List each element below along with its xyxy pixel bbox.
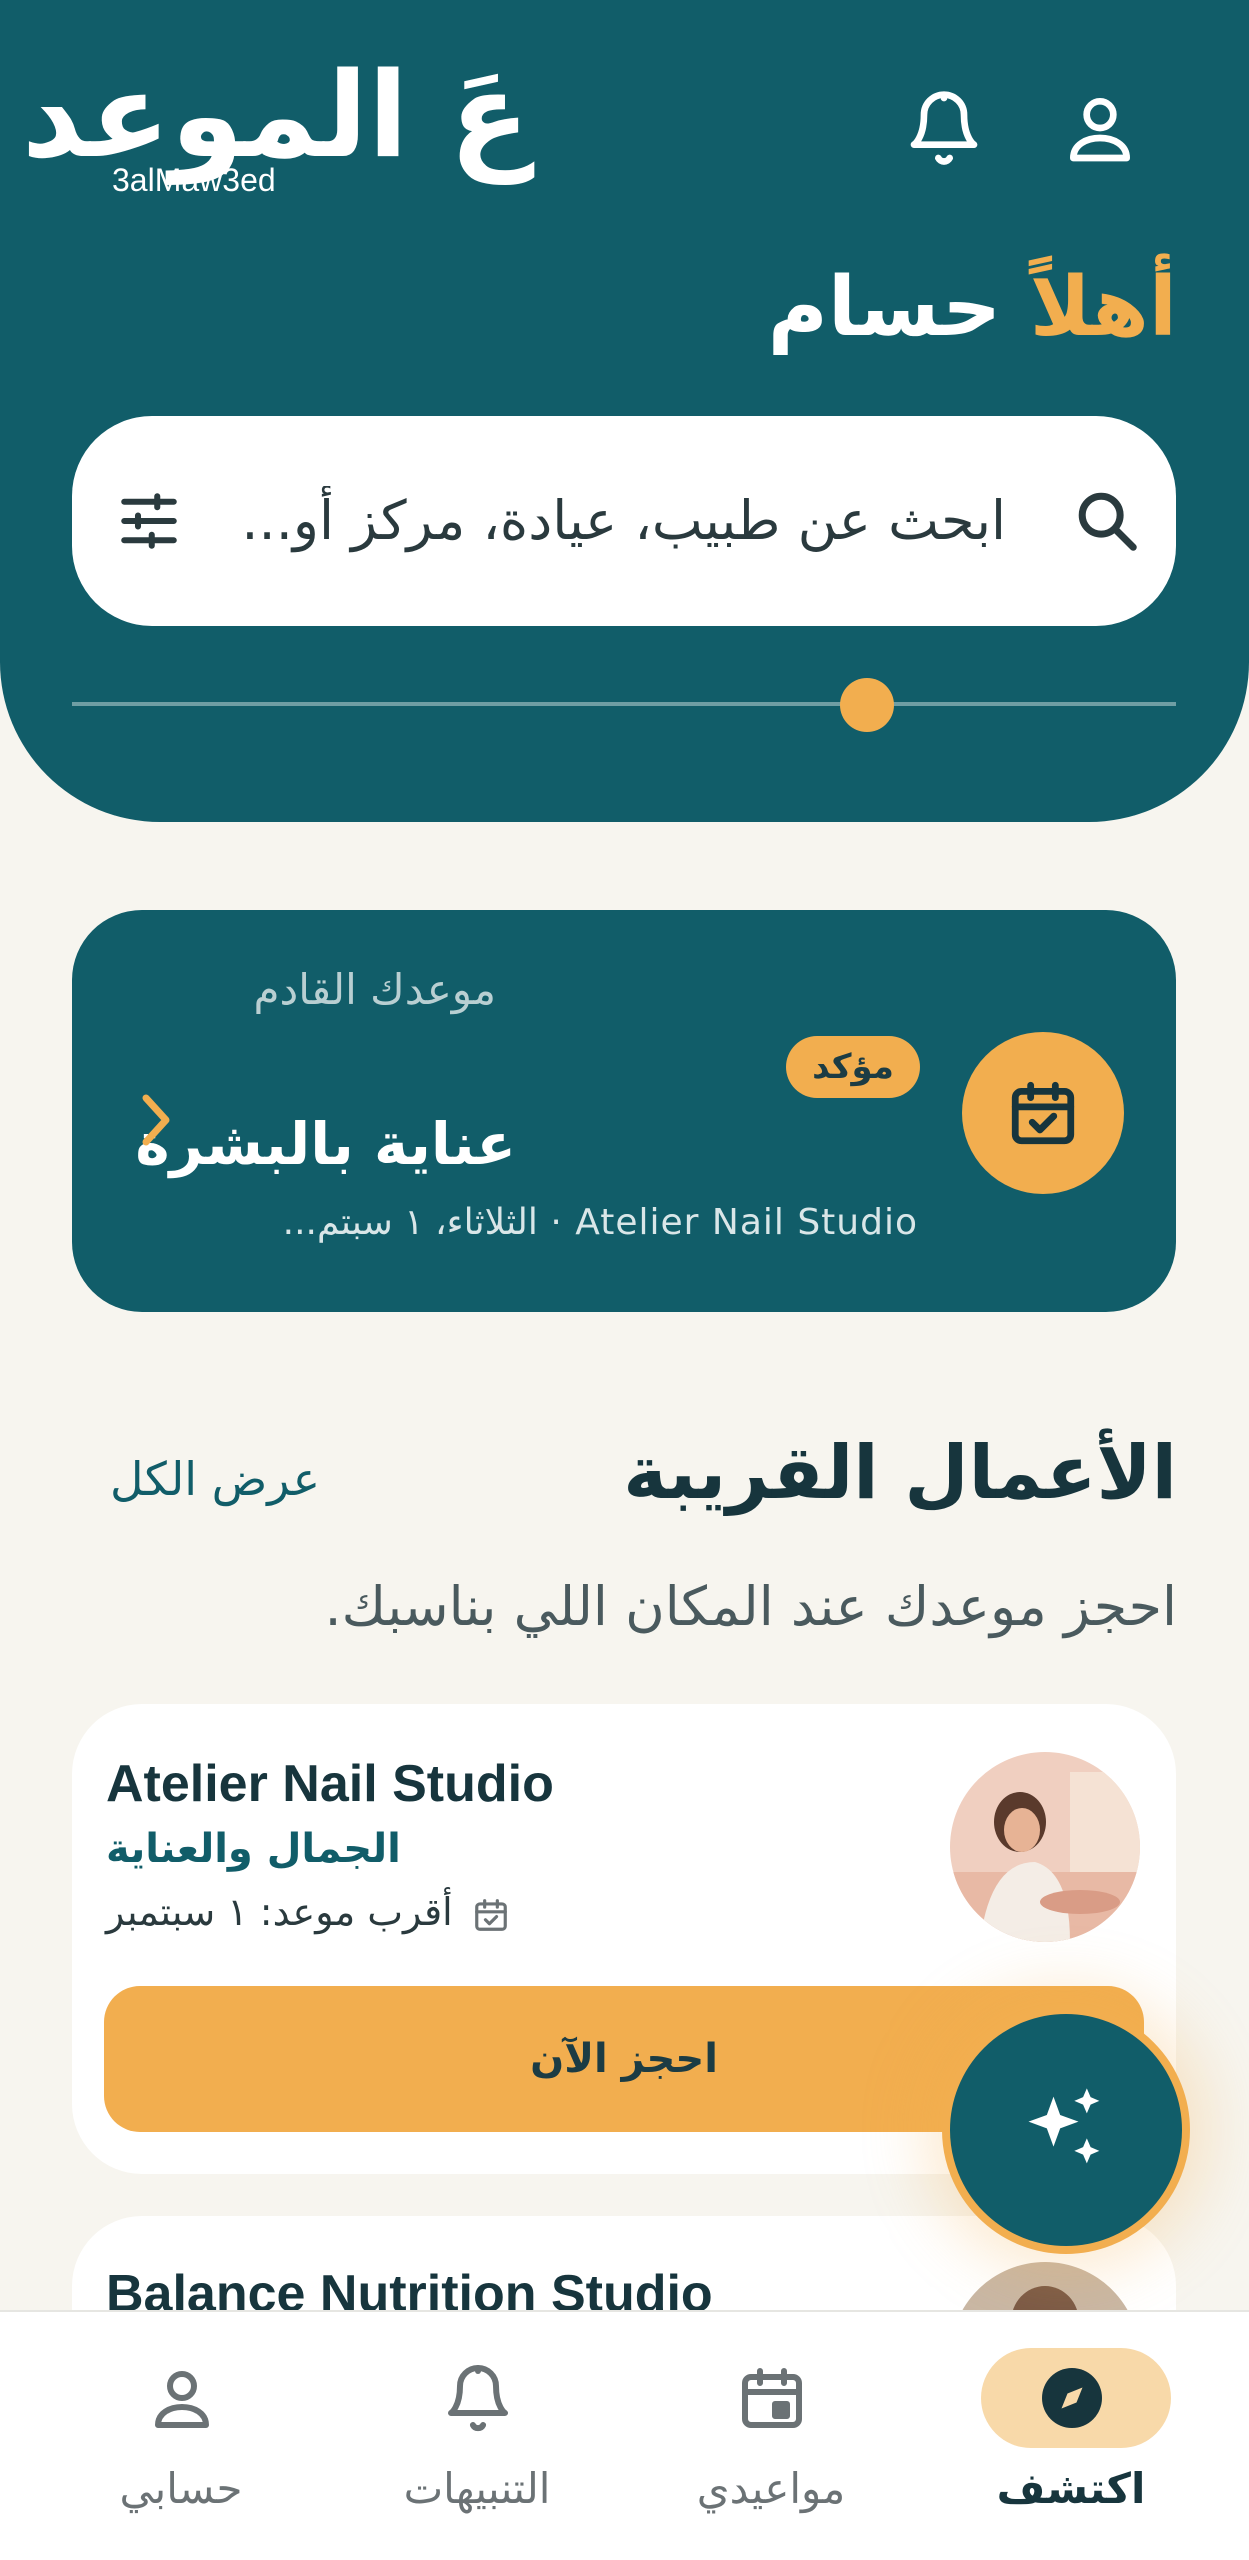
nav-item-appointments[interactable]: مواعيدي [646,2348,896,2538]
bell-icon [448,2365,508,2432]
nav-label: حسابي [119,2464,243,2513]
business-category: الجمال والعناية [106,1826,401,1872]
sparkles-icon [1028,2088,1100,2164]
bell-icon [910,91,978,165]
nav-label: التنبيهات [403,2464,551,2513]
bottom-nav: اكتشف مواعيدي التنبيهات حسابي [0,2310,1249,2560]
nav-item-account[interactable]: حسابي [56,2348,306,2538]
search-icon [1078,492,1137,551]
carousel-indicator-track [72,702,1176,706]
appointment-icon-circle [962,1032,1124,1194]
nav-label: اكتشف [996,2464,1146,2513]
greeting-hello: أهلاً [1029,260,1177,355]
see-all-link[interactable]: عرض الكل [110,1452,320,1506]
nav-label: مواعيدي [696,2464,846,2513]
compass-icon [1042,2368,1102,2428]
appointment-title: عناية بالبشرة [135,1110,516,1178]
chevron-left-icon[interactable] [134,1090,174,1150]
user-icon [155,2371,209,2428]
nav-item-discover[interactable]: اكتشف [946,2348,1196,2538]
next-available: أقرب موعد: ١ سبتمبر [106,1890,453,1934]
ai-assistant-button[interactable] [942,2006,1190,2254]
section-subtitle: احجز موعدك عند المكان اللي بناسبك. [324,1575,1177,1638]
upcoming-appointment-card[interactable]: موعدك القادم مؤكد عناية بالبشرة Atelier … [72,910,1176,1312]
profile-button[interactable] [1060,88,1140,168]
user-icon [1070,98,1130,162]
carousel-indicator-dot[interactable] [840,678,894,732]
business-name: Atelier Nail Studio [106,1755,554,1813]
appointment-caption: موعدك القادم [253,965,496,1014]
nav-item-notifications[interactable]: التنبيهات [352,2348,602,2538]
appointment-subtitle: Atelier Nail Studio · الثلاثاء، ١ سبتم..… [282,1202,918,1243]
status-badge: مؤكد [786,1036,920,1098]
header: عَ الموعد 3alMaw3ed أهلاً حسام ابحث عن ط… [0,0,1249,822]
business-photo [950,1752,1140,1942]
calendar-check-icon [475,1899,507,1931]
filter-icon[interactable] [116,488,182,554]
section-title: الأعمال القريبة [623,1430,1177,1516]
search-input[interactable]: ابحث عن طبيب، عيادة، مركز أو... [246,486,1006,556]
logo-subtitle: 3alMaw3ed [112,162,276,198]
search-bar[interactable]: ابحث عن طبيب، عيادة، مركز أو... [72,416,1176,626]
calendar-check-icon [1011,1081,1075,1145]
calendar-icon [742,2368,802,2428]
greeting: أهلاً حسام [768,258,1177,358]
greeting-name: حسام [767,260,1002,355]
notifications-button[interactable] [904,88,984,168]
